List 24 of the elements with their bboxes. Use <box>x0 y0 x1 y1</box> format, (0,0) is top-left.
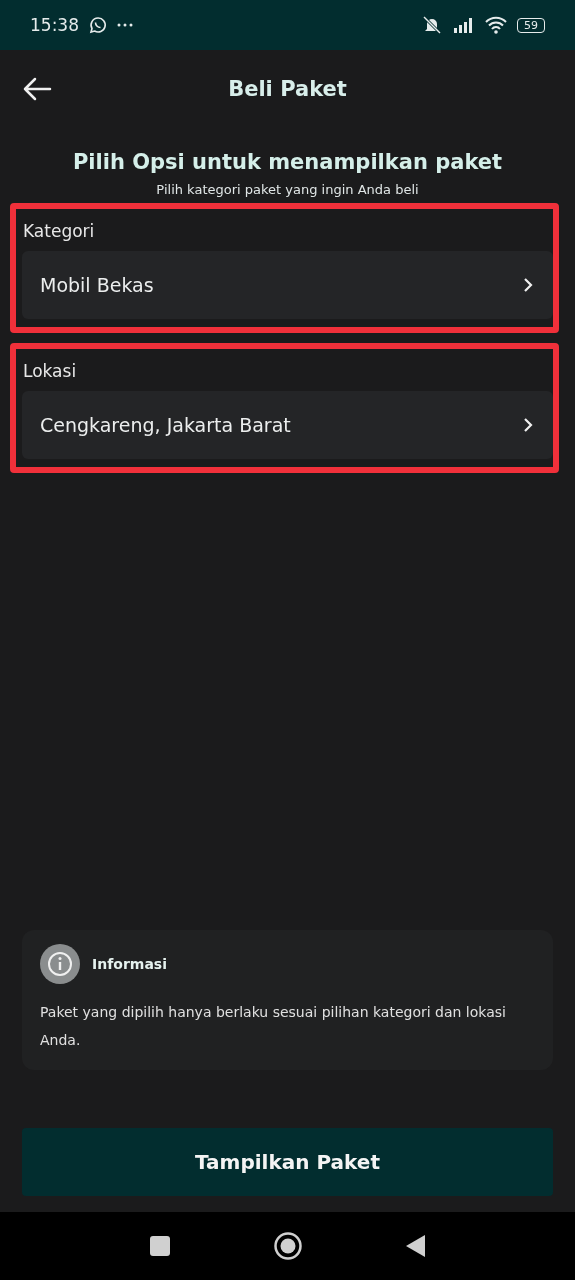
info-text: Paket yang dipilih hanya berlaku sesuai pilihan kategori dan lokasi Anda. <box>40 1003 507 1050</box>
chevron-right-icon <box>523 277 533 293</box>
muted-bell-icon <box>421 15 443 35</box>
status-time: 15:38 <box>30 15 79 35</box>
select-field[interactable]: Mobil Bekas <box>22 251 553 319</box>
battery-indicator: 59 <box>517 17 545 33</box>
field-label: Lokasi <box>22 361 78 381</box>
recents-icon[interactable] <box>149 1236 170 1256</box>
info-icon <box>40 944 80 984</box>
field-label: Kategori <box>22 221 96 241</box>
chat-app-icon <box>89 16 107 34</box>
chevron-right-icon <box>523 417 533 433</box>
home-icon[interactable] <box>273 1232 302 1260</box>
wifi-icon <box>485 16 507 34</box>
back-button[interactable] <box>22 77 52 101</box>
select-field[interactable]: Cengkareng, Jakarta Barat <box>22 391 553 459</box>
signal-icon <box>453 17 475 33</box>
show-packages-button[interactable]: Tampilkan Paket <box>22 1128 553 1196</box>
page-title: Beli Paket <box>228 77 347 101</box>
info-title: Informasi <box>92 956 167 972</box>
section-heading: Pilih Opsi untuk menampilkan paket <box>71 150 504 174</box>
more-icon <box>117 23 133 27</box>
back-nav-icon[interactable] <box>405 1235 426 1257</box>
section-subheading: Pilih kategori paket yang ingin Anda beli <box>155 182 420 197</box>
